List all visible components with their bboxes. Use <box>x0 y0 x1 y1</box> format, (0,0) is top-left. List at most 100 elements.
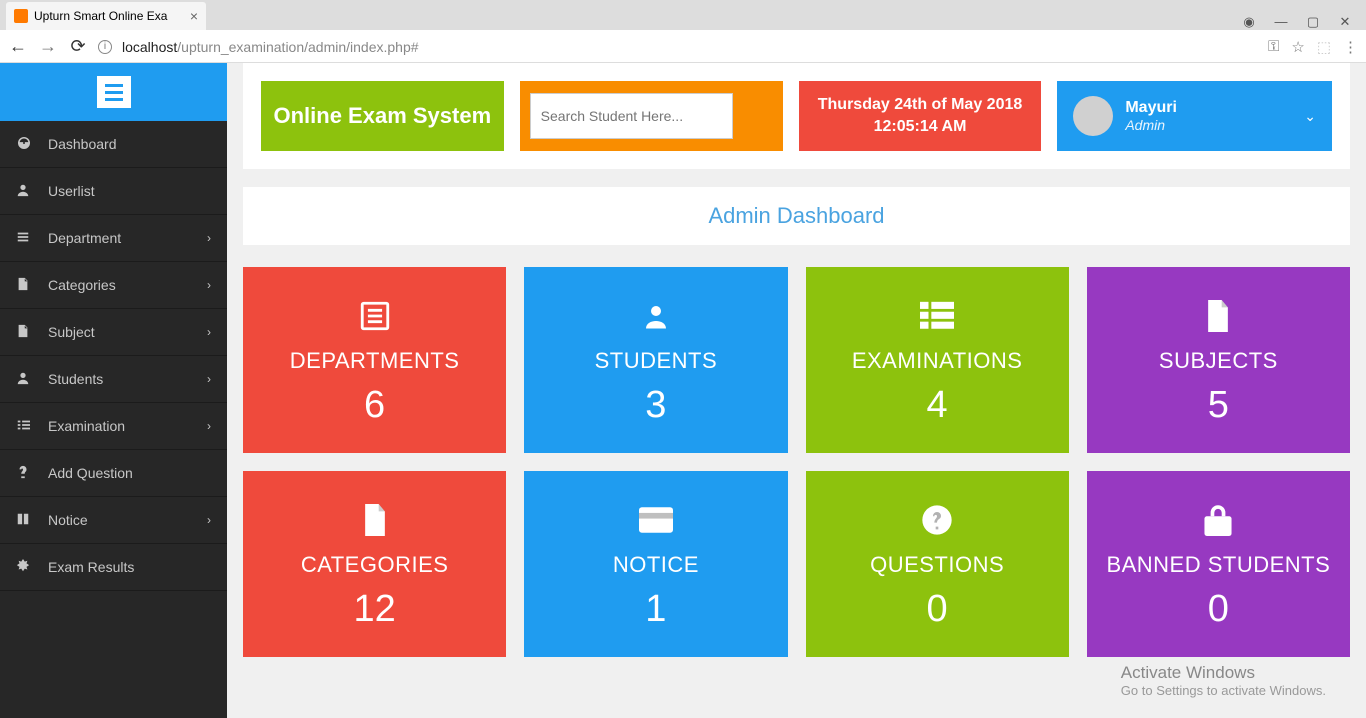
dashboard-cards: DEPARTMENTS 6 STUDENTS 3 EXAMINATIONS 4 SUBJEC… <box>227 245 1366 679</box>
reload-icon[interactable]: ⟳ <box>68 36 88 57</box>
chevron-right-icon: › <box>207 278 211 292</box>
sidebar-item-label: Department <box>48 230 121 246</box>
key-icon[interactable]: ⚿ <box>1268 38 1279 55</box>
question-icon <box>921 498 953 542</box>
card-label: STUDENTS <box>595 348 718 374</box>
user-icon <box>641 294 671 338</box>
card-label: DEPARTMENTS <box>290 348 460 374</box>
hamburger-icon <box>97 76 131 108</box>
chevron-down-icon: ⌄ <box>1304 108 1316 125</box>
card-label: CATEGORIES <box>301 552 449 578</box>
card-banned-students[interactable]: BANNED STUDENTS0 <box>1087 471 1350 657</box>
card-students[interactable]: STUDENTS 3 <box>524 267 787 453</box>
address-bar: ← → ⟳ i localhost/upturn_examination/adm… <box>0 30 1366 63</box>
card-questions[interactable]: QUESTIONS 0 <box>806 471 1069 657</box>
lock-icon <box>1204 498 1232 542</box>
sidebar-item-notice[interactable]: Notice › <box>0 497 227 544</box>
menu-icon[interactable]: ⋮ <box>1343 38 1358 56</box>
sidebar-item-label: Exam Results <box>48 559 134 575</box>
tab-close-icon[interactable]: × <box>190 8 198 24</box>
card-label: NOTICE <box>613 552 699 578</box>
sidebar-item-label: Categories <box>48 277 116 293</box>
minimize-icon[interactable]: — <box>1274 14 1288 30</box>
star-icon[interactable]: ☆ <box>1291 38 1304 56</box>
main-content: Online Exam System Thursday 24th of May … <box>227 63 1366 718</box>
sidebar-item-dashboard[interactable]: Dashboard <box>0 121 227 168</box>
app-root: DashboardUserlistDepartment›Categories›S… <box>0 63 1366 718</box>
user-name: Mayuri <box>1125 99 1177 117</box>
list-icon <box>358 294 392 338</box>
card-subjects[interactable]: SUBJECTS5 <box>1087 267 1350 453</box>
sidebar-item-userlist[interactable]: Userlist <box>0 168 227 215</box>
chevron-right-icon: › <box>207 325 211 339</box>
browser-tabbar: Upturn Smart Online Exa × ◉ — ▢ ✕ <box>0 0 1366 30</box>
sidebar-item-subject[interactable]: Subject› <box>0 309 227 356</box>
close-icon[interactable]: ✕ <box>1338 14 1352 30</box>
card-icon <box>639 498 673 542</box>
nav-icon <box>16 465 36 482</box>
search-wrap <box>520 81 783 151</box>
sidebar-item-label: Notice <box>48 512 88 528</box>
page-title: Admin Dashboard <box>243 187 1350 245</box>
card-label: SUBJECTS <box>1159 348 1278 374</box>
url-display[interactable]: localhost/upturn_examination/admin/index… <box>122 39 419 55</box>
card-value: 4 <box>927 384 948 427</box>
sidebar-item-label: Students <box>48 371 103 387</box>
chevron-right-icon: › <box>207 372 211 386</box>
card-value: 0 <box>1208 588 1229 631</box>
datetime-box: Thursday 24th of May 2018 12:05:14 AM <box>799 81 1042 151</box>
date-line1: Thursday 24th of May 2018 <box>818 94 1023 116</box>
extension-icon[interactable]: ⬚ <box>1317 38 1331 56</box>
window-buttons: ◉ — ▢ ✕ <box>1242 8 1366 30</box>
user-menu[interactable]: Mayuri Admin ⌄ <box>1057 81 1332 151</box>
nav-icon <box>16 135 36 154</box>
back-icon[interactable]: ← <box>8 36 28 57</box>
nav-icon <box>16 230 36 247</box>
card-examinations[interactable]: EXAMINATIONS 4 <box>806 267 1069 453</box>
site-info-icon[interactable]: i <box>98 40 112 54</box>
card-notice[interactable]: NOTICE1 <box>524 471 787 657</box>
nav-icon <box>16 371 36 388</box>
card-categories[interactable]: CATEGORIES 12 <box>243 471 506 657</box>
nav-icon <box>16 324 36 341</box>
windows-watermark: Activate Windows Go to Settings to activ… <box>1121 663 1326 698</box>
sidebar-toggle[interactable] <box>0 63 227 121</box>
tab-title: Upturn Smart Online Exa <box>34 9 167 23</box>
search-input[interactable] <box>530 93 733 139</box>
date-line2: 12:05:14 AM <box>874 116 967 138</box>
card-label: EXAMINATIONS <box>852 348 1023 374</box>
grid-icon <box>920 294 954 338</box>
forward-icon[interactable]: → <box>38 36 58 57</box>
sidebar-item-categories[interactable]: Categories › <box>0 262 227 309</box>
account-icon[interactable]: ◉ <box>1242 14 1256 30</box>
sidebar-item-add-question[interactable]: Add Question <box>0 450 227 497</box>
sidebar-item-students[interactable]: Students › <box>0 356 227 403</box>
sidebar-item-label: Userlist <box>48 183 95 199</box>
nav-icon <box>16 512 36 529</box>
sidebar-item-label: Examination <box>48 418 125 434</box>
avatar <box>1073 96 1113 136</box>
sidebar-item-examination[interactable]: Examination› <box>0 403 227 450</box>
browser-tab[interactable]: Upturn Smart Online Exa × <box>6 2 206 30</box>
card-departments[interactable]: DEPARTMENTS 6 <box>243 267 506 453</box>
sidebar-item-label: Dashboard <box>48 136 117 152</box>
brand-label: Online Exam System <box>274 103 492 129</box>
card-label: QUESTIONS <box>870 552 1004 578</box>
sidebar-item-label: Add Question <box>48 465 133 481</box>
nav-icon <box>16 559 36 576</box>
sidebar-item-department[interactable]: Department › <box>0 215 227 262</box>
card-value: 0 <box>927 588 948 631</box>
nav-icon <box>16 277 36 294</box>
file-icon <box>1205 294 1231 338</box>
nav-icon <box>16 418 36 435</box>
maximize-icon[interactable]: ▢ <box>1306 14 1320 30</box>
card-value: 6 <box>364 384 385 427</box>
chevron-right-icon: › <box>207 231 211 245</box>
card-value: 3 <box>645 384 666 427</box>
sidebar: DashboardUserlistDepartment›Categories›S… <box>0 63 227 718</box>
chevron-right-icon: › <box>207 513 211 527</box>
search-button[interactable] <box>733 93 773 139</box>
card-value: 12 <box>353 588 395 631</box>
sidebar-item-exam-results[interactable]: Exam Results <box>0 544 227 591</box>
favicon <box>14 9 28 23</box>
